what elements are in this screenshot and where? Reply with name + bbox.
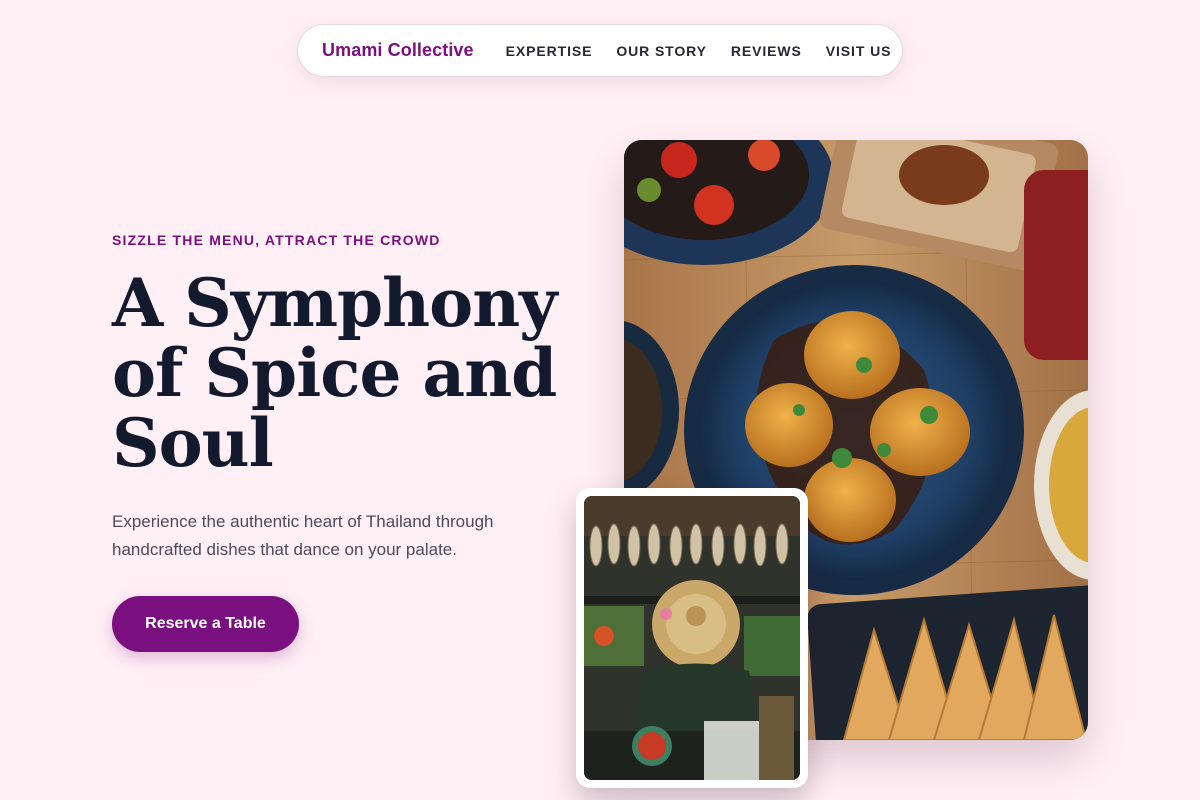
hero-headline: A Symphony of Spice and Soul — [112, 268, 572, 478]
top-nav: Umami Collective EXPERTISE OUR STORY REV… — [297, 24, 903, 77]
hero-headline-line: Soul — [112, 404, 274, 482]
landing-page: Umami Collective EXPERTISE OUR STORY REV… — [0, 0, 1200, 800]
nav-link-expertise[interactable]: EXPERTISE — [506, 43, 593, 59]
nav-link-visit-us[interactable]: VISIT US — [826, 43, 892, 59]
reserve-table-button[interactable]: Reserve a Table — [112, 596, 299, 652]
market-vendor-photo — [584, 496, 800, 780]
hero-headline-line: of Spice and — [112, 334, 557, 412]
hero-headline-line: A Symphony — [112, 264, 558, 342]
nav-link-reviews[interactable]: REVIEWS — [731, 43, 802, 59]
brand-logo-link[interactable]: Umami Collective — [322, 40, 474, 61]
nav-link-our-story[interactable]: OUR STORY — [616, 43, 707, 59]
hero-eyebrow: SIZZLE THE MENU, ATTRACT THE CROWD — [112, 232, 441, 248]
nav-links: EXPERTISE OUR STORY REVIEWS VISIT US — [506, 43, 892, 59]
inset-photo-frame — [576, 488, 808, 788]
hero-subtext: Experience the authentic heart of Thaila… — [112, 512, 494, 559]
floating-market-image — [584, 496, 800, 780]
